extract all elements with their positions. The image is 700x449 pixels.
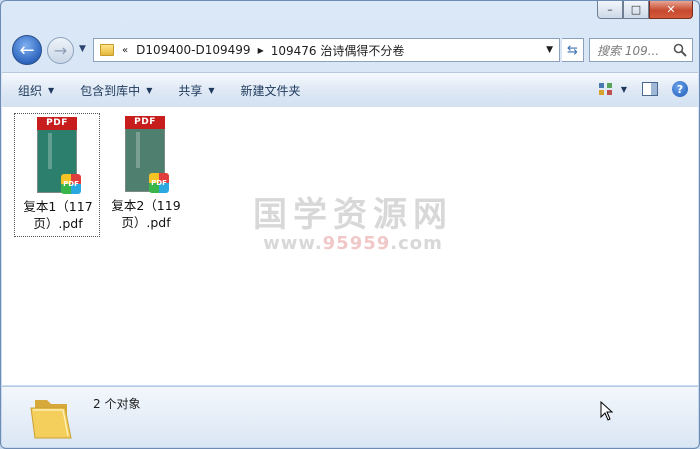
- file-name: 复本1（117 页）.pdf: [15, 198, 101, 232]
- navigation-bar: ← → ▼ « D109400-D109499 ▶ 109476 治诗偶得不分卷…: [9, 35, 693, 65]
- share-label: 共享: [178, 83, 203, 98]
- forward-button[interactable]: →: [47, 37, 74, 64]
- back-arrow-icon: ←: [19, 39, 35, 61]
- share-menu[interactable]: 共享 ▼: [168, 82, 224, 99]
- chevron-down-icon: ▼: [146, 85, 153, 95]
- cover-title-strip: [48, 133, 52, 169]
- forward-arrow-icon: →: [53, 41, 68, 60]
- mouse-cursor-icon: [600, 401, 614, 421]
- view-options-dropdown[interactable]: ▼: [618, 79, 630, 99]
- file-name-line: 页）.pdf: [33, 216, 83, 231]
- file-item[interactable]: PDF PDF 复本1（117 页）.pdf: [14, 113, 100, 237]
- chevron-down-icon: ▼: [208, 85, 215, 95]
- refresh-icon: ⇆: [567, 42, 578, 58]
- pdf-label: PDF: [37, 117, 77, 130]
- view-controls: ▼ ?: [586, 79, 690, 99]
- watermark-url-number: 95959: [322, 233, 391, 254]
- watermark-text: 国学资源网: [253, 195, 453, 235]
- watermark-url-suffix: .com: [390, 233, 443, 254]
- breadcrumb-separator-icon[interactable]: ▶: [258, 46, 264, 55]
- refresh-button[interactable]: ⇆: [562, 38, 584, 62]
- path-prefix[interactable]: «: [122, 45, 128, 56]
- breadcrumb-item[interactable]: 109476 治诗偶得不分卷: [271, 42, 405, 59]
- close-button[interactable]: ✕: [649, 1, 693, 19]
- file-item[interactable]: PDF PDF 复本2（119 页）.pdf: [103, 113, 189, 237]
- preview-pane-icon: [642, 82, 658, 96]
- pdf-label: PDF: [125, 116, 165, 129]
- watermark-url-prefix: www.: [263, 233, 323, 254]
- command-bar: 组织 ▼ 包含到库中 ▼ 共享 ▼ 新建文件夹 ▼ ?: [2, 72, 698, 108]
- minimize-button[interactable]: –: [597, 1, 623, 19]
- search-icon: [673, 43, 687, 57]
- file-name-line: 复本2（119: [111, 198, 181, 213]
- organize-menu[interactable]: 组织 ▼: [8, 82, 64, 99]
- organize-label: 组织: [18, 83, 43, 98]
- search-placeholder: 搜索 109...: [597, 43, 660, 58]
- watermark: 国学资源网 www.95959.com: [243, 195, 463, 254]
- include-in-library-menu[interactable]: 包含到库中 ▼: [70, 82, 162, 99]
- watermark-url: www.95959.com: [243, 233, 463, 254]
- file-list[interactable]: PDF PDF 复本1（117 页）.pdf PDF PDF 复本2（119 页…: [2, 107, 698, 385]
- pdf-badge-icon: PDF: [61, 174, 81, 194]
- help-icon: ?: [672, 81, 688, 97]
- breadcrumb-item[interactable]: D109400-D109499: [136, 43, 250, 57]
- file-name-line: 页）.pdf: [121, 215, 171, 230]
- pdf-thumbnail: PDF PDF: [37, 117, 81, 194]
- explorer-window: – □ ✕ ← → ▼ « D109400-D109499 ▶ 109476 治…: [0, 0, 700, 449]
- search-input[interactable]: 搜索 109...: [589, 38, 693, 62]
- caption-buttons: – □ ✕: [597, 1, 693, 19]
- maximize-button[interactable]: □: [623, 1, 649, 19]
- change-view-button[interactable]: [596, 79, 616, 99]
- recent-pages-dropdown[interactable]: ▼: [79, 44, 86, 54]
- view-grid-icon: [599, 83, 612, 95]
- file-name: 复本2（119 页）.pdf: [103, 197, 189, 231]
- pdf-badge-icon: PDF: [149, 173, 169, 193]
- details-pane: 2 个对象: [2, 386, 698, 447]
- pdf-thumbnail: PDF PDF: [125, 116, 169, 193]
- help-button[interactable]: ?: [670, 79, 690, 99]
- new-folder-label: 新建文件夹: [240, 83, 301, 98]
- back-button[interactable]: ←: [12, 35, 42, 65]
- new-folder-button[interactable]: 新建文件夹: [231, 82, 311, 99]
- file-name-line: 复本1（117: [23, 199, 93, 214]
- chevron-down-icon: ▼: [48, 85, 55, 95]
- cover-title-strip: [136, 132, 140, 168]
- item-count: 2 个对象: [93, 397, 141, 411]
- chevron-down-icon: ▼: [620, 84, 628, 94]
- folder-icon: [30, 400, 72, 439]
- address-dropdown-icon[interactable]: ▼: [546, 45, 553, 55]
- address-bar[interactable]: « D109400-D109499 ▶ 109476 治诗偶得不分卷 ▼: [93, 38, 560, 62]
- preview-pane-button[interactable]: [640, 79, 660, 99]
- include-library-label: 包含到库中: [80, 83, 141, 98]
- folder-icon: [100, 44, 114, 56]
